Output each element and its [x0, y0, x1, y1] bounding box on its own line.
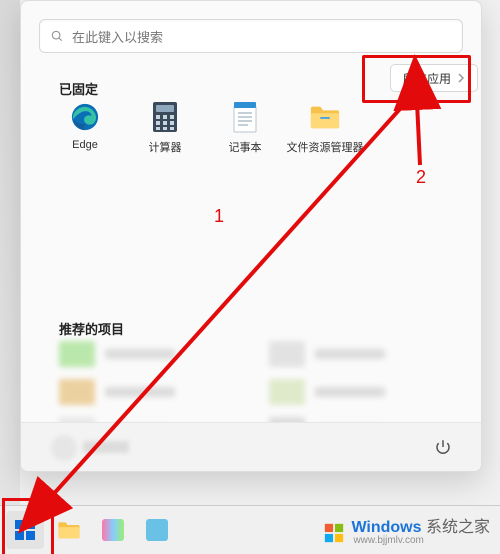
pinned-apps-grid: Edge 计算器 [59, 101, 351, 155]
watermark-brand-cn: 系统之家 [426, 519, 490, 536]
user-avatar[interactable] [51, 435, 77, 461]
search-placeholder: 在此键入以搜索 [72, 27, 163, 46]
desktop-background-sliver [0, 0, 20, 505]
chevron-right-icon [457, 73, 465, 83]
section-title-recommended: 推荐的项目 [59, 319, 124, 338]
windows-logo-icon [323, 522, 345, 544]
watermark-brand-en: Windows [351, 519, 421, 536]
user-name[interactable] [83, 441, 129, 453]
taskbar-item[interactable] [94, 511, 132, 549]
watermark-url: www.bjjmlv.com [353, 536, 490, 546]
app-notepad-label: 记事本 [229, 139, 262, 155]
power-icon [434, 438, 452, 456]
start-button[interactable] [6, 511, 44, 549]
start-menu-panel: 在此键入以搜索 已固定 所有应用 Edge [20, 0, 482, 472]
watermark: Windows 系统之家 www.bjjmlv.com [319, 518, 494, 548]
all-apps-button[interactable]: 所有应用 [390, 64, 478, 92]
notepad-icon [229, 101, 261, 133]
recommended-item[interactable] [269, 341, 385, 367]
taskbar-item[interactable] [50, 511, 88, 549]
all-apps-label: 所有应用 [403, 70, 451, 87]
section-title-pinned: 已固定 [59, 79, 98, 98]
edge-icon [69, 101, 101, 133]
taskbar-item[interactable] [138, 511, 176, 549]
windows-logo-icon [13, 518, 37, 542]
recommended-item[interactable] [59, 379, 175, 405]
power-button[interactable] [433, 437, 453, 457]
recommended-item[interactable] [59, 341, 175, 367]
start-panel-footer [21, 422, 481, 471]
app-file-explorer-label: 文件资源管理器 [287, 139, 364, 155]
folder-icon [309, 101, 341, 133]
app-edge-label: Edge [72, 139, 98, 151]
app-edge[interactable]: Edge [59, 101, 111, 155]
annotation-number-1: 1 [214, 206, 224, 227]
calculator-icon [149, 101, 181, 133]
annotation-number-2: 2 [416, 167, 426, 188]
app-notepad[interactable]: 记事本 [219, 101, 271, 155]
app-calculator-label: 计算器 [149, 139, 182, 155]
app-calculator[interactable]: 计算器 [139, 101, 191, 155]
folder-icon [57, 520, 81, 540]
search-icon [50, 29, 64, 43]
search-input[interactable]: 在此键入以搜索 [39, 19, 463, 53]
app-file-explorer[interactable]: 文件资源管理器 [299, 101, 351, 155]
recommended-item[interactable] [269, 379, 385, 405]
